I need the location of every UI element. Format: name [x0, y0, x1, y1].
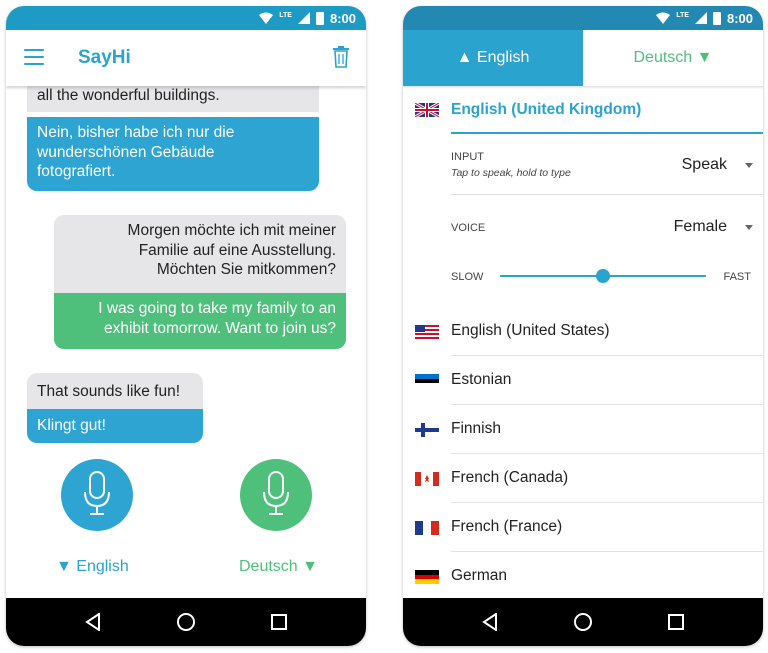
language-name: German [451, 567, 507, 584]
battery-icon [315, 11, 324, 25]
back-icon[interactable] [82, 611, 104, 633]
selected-language[interactable]: English (United Kingdom) [451, 101, 641, 119]
microphone-icon [263, 471, 289, 515]
chevron-down-icon[interactable] [745, 225, 753, 230]
message-bubble: Klingt gut! [27, 409, 203, 443]
message-bubble: Morgen möchte ich mit meiner Familie auf… [54, 215, 346, 293]
signal-icon [694, 12, 707, 24]
app-title: SayHi [78, 47, 131, 68]
message-line: fotografiert. [37, 163, 116, 180]
language-picker-screen: LTE 8:00 ▲ English Deutsch ▼ English (Un… [403, 6, 763, 646]
list-item[interactable]: German [403, 553, 763, 601]
speed-fast-label: FAST [723, 271, 751, 283]
divider [451, 194, 763, 195]
language-tabs: ▲ English Deutsch ▼ [403, 30, 763, 86]
input-label: INPUT [451, 151, 484, 163]
language-name: English (United States) [451, 322, 610, 339]
tab-source-language[interactable]: ▲ English [403, 30, 583, 86]
list-item[interactable]: French (Canada) [403, 455, 763, 503]
message-text: all the wonderful buildings. [37, 87, 220, 104]
message-bubble: all the wonderful buildings. [27, 86, 319, 112]
speed-slow-label: SLOW [451, 271, 484, 283]
menu-icon[interactable] [24, 49, 44, 65]
voice-label: VOICE [451, 222, 486, 234]
divider [451, 404, 763, 405]
language-name: French (Canada) [451, 469, 569, 486]
germany-flag-icon [415, 570, 439, 584]
home-icon[interactable] [572, 611, 594, 633]
wifi-icon [259, 12, 274, 24]
source-language-button[interactable]: ▼ English [56, 558, 129, 576]
back-icon[interactable] [479, 611, 501, 633]
message-line: I was going to take my family to an [98, 300, 336, 317]
recents-icon[interactable] [665, 611, 687, 633]
selected-underline [451, 132, 763, 134]
language-name: French (France) [451, 518, 563, 535]
lte-label: LTE [676, 11, 689, 19]
finland-flag-icon [415, 423, 439, 437]
list-item[interactable]: Estonian [403, 357, 763, 405]
status-time: 8:00 [726, 10, 753, 26]
input-dropdown[interactable]: Speak [682, 156, 727, 174]
home-icon[interactable] [175, 611, 197, 633]
status-bar: LTE 8:00 [403, 6, 763, 30]
us-flag-icon [415, 325, 439, 339]
language-name: Finnish [451, 420, 501, 437]
chat-area[interactable]: all the wonderful buildings. Nein, bishe… [6, 86, 366, 456]
divider [451, 453, 763, 454]
list-item[interactable]: French (France) [403, 504, 763, 552]
navigation-bar [403, 598, 763, 646]
deutsch-mic-button[interactable] [240, 459, 312, 531]
uk-flag-icon [415, 103, 439, 117]
estonia-flag-icon [415, 374, 439, 388]
message-line: Nein, bisher habe ich nur die [37, 124, 235, 141]
input-hint: Tap to speak, hold to type [451, 167, 571, 179]
language-name: Estonian [451, 371, 512, 388]
wifi-icon [656, 12, 671, 24]
divider [451, 355, 763, 356]
app-bar: SayHi [6, 30, 366, 86]
list-item[interactable]: English (United States) [403, 308, 763, 356]
target-language-button[interactable]: Deutsch ▼ [239, 558, 318, 576]
message-line: Möchten Sie mitkommen? [156, 261, 336, 278]
message-bubble: I was going to take my family to an exhi… [54, 293, 346, 349]
message-line: exhibit tomorrow. Want to join us? [103, 319, 336, 337]
voice-dropdown[interactable]: Female [674, 218, 727, 236]
status-bar: LTE 8:00 [6, 6, 366, 30]
tab-target-language[interactable]: Deutsch ▼ [583, 30, 763, 86]
message-text: Klingt gut! [37, 417, 106, 434]
trash-icon[interactable] [332, 46, 350, 68]
message-line: Morgen möchte ich mit meiner [127, 222, 336, 239]
chevron-down-icon[interactable] [745, 163, 753, 168]
message-line: Familie auf eine Ausstellung. [138, 241, 336, 259]
chat-phone-screen: LTE 8:00 SayHi all the wonderful buildin… [6, 6, 366, 646]
message-line: wunderschönen Gebäude [37, 143, 215, 161]
message-text: That sounds like fun! [37, 383, 181, 400]
english-mic-button[interactable] [61, 459, 133, 531]
divider [451, 502, 763, 503]
battery-icon [712, 11, 721, 25]
recents-icon[interactable] [268, 611, 290, 633]
divider [451, 551, 763, 552]
navigation-bar [6, 598, 366, 646]
speed-slider-thumb[interactable] [596, 269, 610, 283]
list-item[interactable]: Finnish [403, 406, 763, 454]
microphone-icon [84, 471, 110, 515]
status-time: 8:00 [329, 10, 356, 26]
lte-label: LTE [279, 11, 292, 19]
signal-icon [297, 12, 310, 24]
message-bubble: Nein, bisher habe ich nur die wunderschö… [27, 117, 319, 191]
message-bubble: That sounds like fun! [27, 373, 203, 409]
tab-shadow [403, 86, 763, 89]
canada-flag-icon [415, 472, 439, 486]
france-flag-icon [415, 521, 439, 535]
